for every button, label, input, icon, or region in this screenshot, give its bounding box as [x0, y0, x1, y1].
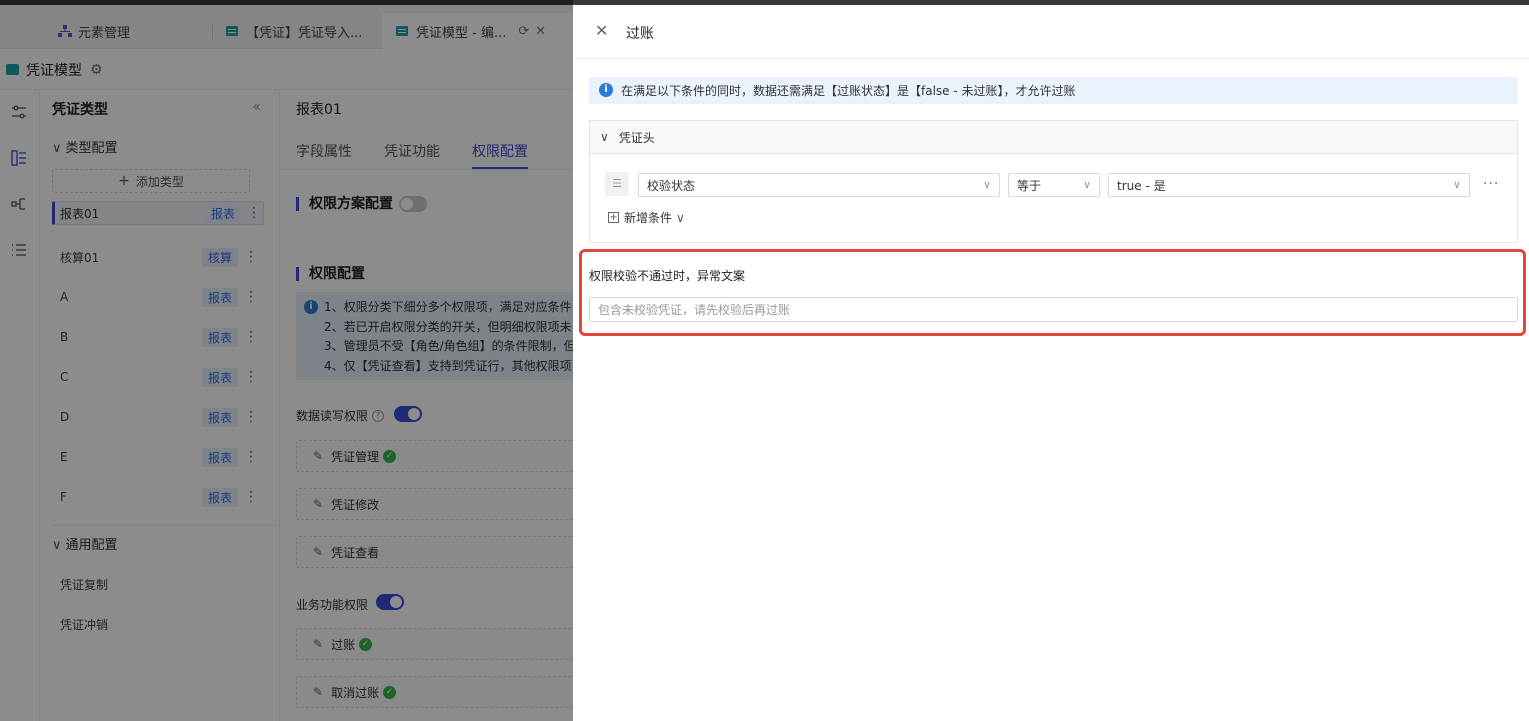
drawer-header: ✕ 过账	[573, 5, 1529, 59]
select-value: true - 是	[1117, 178, 1166, 193]
chevron-down-icon: ∨	[600, 130, 609, 144]
select-value: 校验状态	[647, 178, 696, 193]
operator-select[interactable]: 等于 ∨	[1008, 173, 1100, 197]
info-icon: i	[599, 83, 613, 97]
condition-group: ∨ 凭证头 ☰ 校验状态 ∨ 等于 ∨ true - 是 ∨ ··· + 新增条…	[589, 120, 1518, 243]
highlight-box	[579, 249, 1526, 336]
info-text: 在满足以下条件的同时，数据还需满足【过账状态】是【false - 未过账】，才允…	[621, 84, 1076, 98]
plus-square-icon: +	[608, 212, 619, 223]
drag-handle-icon[interactable]: ☰	[605, 172, 629, 196]
drawer-title: 过账	[626, 26, 654, 42]
add-condition-label: 新增条件	[624, 211, 673, 225]
chevron-down-icon: ∨	[982, 178, 991, 191]
more-icon[interactable]: ···	[1483, 176, 1499, 192]
modal-mask[interactable]	[0, 0, 573, 721]
select-value: 等于	[1017, 178, 1042, 193]
condition-group-header[interactable]: ∨ 凭证头	[590, 121, 1517, 154]
close-icon[interactable]: ✕	[595, 22, 608, 40]
chevron-down-icon: ∨	[1452, 178, 1461, 191]
chevron-down-icon: ∨	[676, 210, 685, 225]
info-banner: i 在满足以下条件的同时，数据还需满足【过账状态】是【false - 未过账】，…	[589, 77, 1518, 104]
field-select[interactable]: 校验状态 ∨	[638, 173, 1000, 197]
group-title: 凭证头	[618, 130, 655, 145]
posting-drawer: ✕ 过账 i 在满足以下条件的同时，数据还需满足【过账状态】是【false - …	[573, 5, 1529, 721]
add-condition-button[interactable]: + 新增条件 ∨	[608, 209, 685, 226]
chevron-down-icon: ∨	[1082, 178, 1091, 191]
value-select[interactable]: true - 是 ∨	[1108, 173, 1470, 197]
